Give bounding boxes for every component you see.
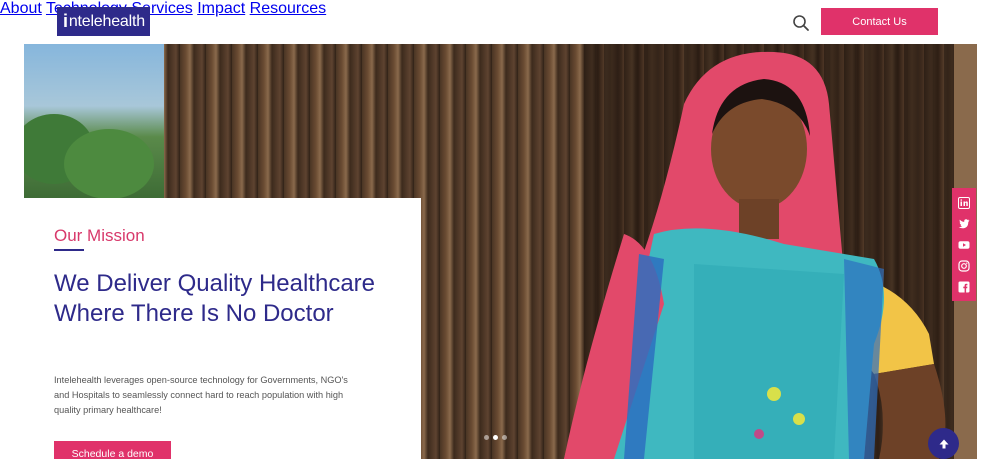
mission-title: We Deliver Quality Healthcare Where Ther… <box>54 270 376 327</box>
scroll-to-top-button[interactable] <box>928 428 959 459</box>
linkedin-icon[interactable] <box>958 196 970 209</box>
nav-impact[interactable]: Impact <box>197 0 245 17</box>
logo-text: ntelehealth <box>68 12 145 30</box>
hero-background-sky <box>24 44 164 199</box>
mission-underline <box>54 249 84 251</box>
hero-woman-image <box>564 51 946 459</box>
logo-prefix: i <box>63 11 68 31</box>
facebook-icon[interactable] <box>958 281 970 293</box>
search-icon[interactable] <box>792 14 810 32</box>
youtube-icon[interactable] <box>958 239 970 251</box>
mission-eyebrow: Our Mission <box>54 226 145 245</box>
carousel-dots <box>484 435 507 440</box>
nav-resources[interactable]: Resources <box>250 0 326 17</box>
mission-description: Intelehealth leverages open-source techn… <box>54 375 348 415</box>
schedule-demo-button[interactable]: Schedule a demo <box>54 441 171 459</box>
hero-section: Our Mission We Deliver Quality Healthcar… <box>24 44 977 459</box>
mission-panel: Our Mission We Deliver Quality Healthcar… <box>24 198 421 459</box>
nav-about[interactable]: About <box>0 0 42 17</box>
arrow-up-icon <box>939 439 948 448</box>
twitter-icon[interactable] <box>958 218 970 230</box>
page-bottom <box>0 459 1000 465</box>
logo[interactable]: i ntelehealth <box>57 7 150 36</box>
site-header: i ntelehealth About Technology Services … <box>0 0 1000 44</box>
instagram-icon[interactable] <box>958 259 970 272</box>
carousel-dot[interactable] <box>502 435 507 440</box>
contact-us-button[interactable]: Contact Us <box>821 8 938 35</box>
carousel-dot-active[interactable] <box>493 435 498 440</box>
social-bar <box>952 188 976 301</box>
carousel-dot[interactable] <box>484 435 489 440</box>
